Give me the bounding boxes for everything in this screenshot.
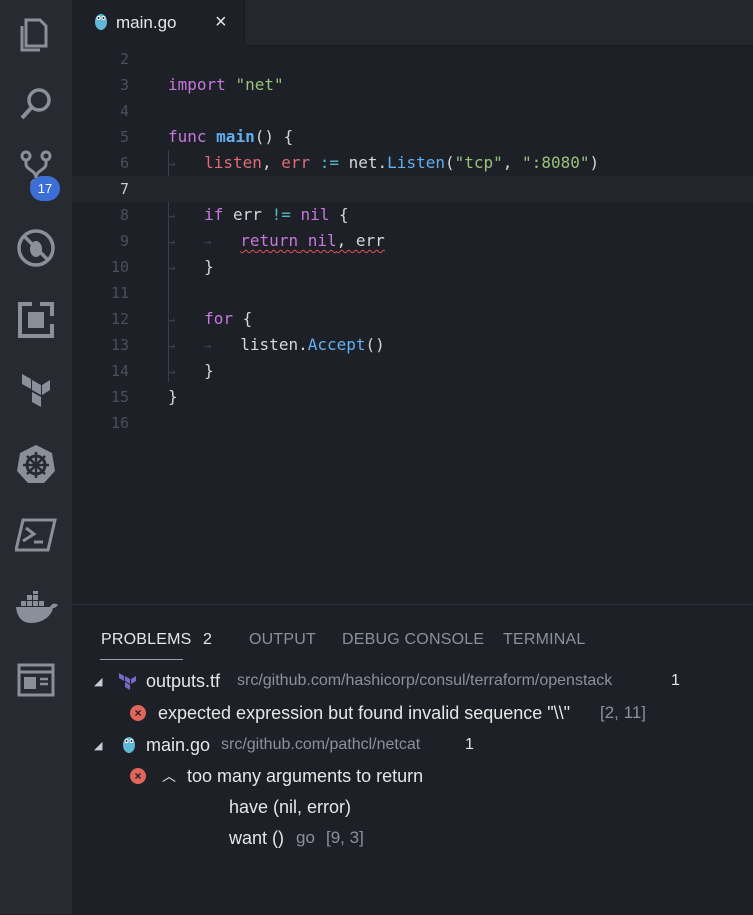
line-number: 5: [119, 128, 129, 146]
problem-file-count: 1: [671, 672, 680, 689]
problem-location: [9, 3]: [326, 828, 364, 847]
problem-group-outputs-tf[interactable]: ◢ outputs.tf src/github.com/hashicorp/co…: [72, 668, 753, 694]
explorer-icon[interactable]: [0, 4, 72, 64]
expand-triangle-icon[interactable]: ◢: [94, 675, 102, 688]
line-number: 2: [119, 50, 129, 68]
problem-message: too many arguments to return: [187, 765, 424, 786]
line-number: 6: [119, 154, 129, 172]
problem-location: [2, 11]: [600, 703, 646, 722]
go-gopher-icon: [122, 735, 136, 758]
code-line: 16: [72, 410, 753, 436]
source-control-badge: 17: [30, 176, 60, 201]
line-number: 3: [119, 76, 129, 94]
tab-output[interactable]: OUTPUT: [249, 631, 316, 649]
problem-group-main-go[interactable]: ◢ main.go src/github.com/pathcl/netcat 1: [72, 732, 753, 758]
chevron-up-icon[interactable]: ︿: [162, 766, 176, 786]
code-line: 8 → if err != nil {: [72, 202, 753, 228]
editor: main.go × 2 3 import "net" 4 5 func main()…: [72, 0, 753, 604]
powershell-icon[interactable]: [0, 505, 72, 565]
line-number: 10: [110, 258, 129, 276]
bottom-panel: PROBLEMS 2 OUTPUT DEBUG CONSOLE TERMINAL…: [72, 604, 753, 915]
problem-detail: have (nil, error): [72, 794, 753, 820]
close-icon[interactable]: ×: [215, 11, 227, 34]
tab-label: main.go: [116, 13, 177, 32]
line-number: 12: [110, 310, 129, 328]
debug-icon[interactable]: [0, 218, 72, 278]
line-number: 16: [110, 414, 129, 432]
code-line: 5 func main() {: [72, 124, 753, 150]
problem-file-name: outputs.tf: [146, 670, 221, 691]
kubernetes-icon[interactable]: [0, 434, 72, 494]
code-line: 13 → → listen.Accept(): [72, 332, 753, 358]
line-number: 14: [110, 362, 129, 380]
search-icon[interactable]: [0, 74, 72, 134]
problem-message: expected expression but found invalid se…: [158, 702, 571, 723]
code-line: 9 → → return nil, err: [72, 228, 753, 254]
extensions-icon[interactable]: [0, 290, 72, 350]
line-number: 11: [110, 284, 129, 302]
terraform-icon[interactable]: [0, 360, 72, 420]
terraform-file-icon: [118, 672, 138, 695]
code-line: 15}: [72, 384, 753, 410]
error-icon: ×: [130, 768, 146, 784]
code-line: 11: [72, 280, 753, 306]
code-line: 6 → listen, err := net.Listen("tcp", ":80…: [72, 150, 753, 176]
problem-item[interactable]: × ︿ too many arguments to return: [72, 763, 753, 789]
error-icon: ×: [130, 705, 146, 721]
browser-preview-icon[interactable]: [0, 650, 72, 710]
problem-file-count: 1: [465, 736, 474, 753]
line-number: 4: [119, 102, 129, 120]
code-line: 4: [72, 98, 753, 124]
docker-icon[interactable]: [0, 578, 72, 638]
activity-bar: 17: [0, 0, 72, 914]
code-line-current: 7: [72, 176, 753, 202]
tab-problems[interactable]: PROBLEMS: [101, 631, 192, 649]
expand-triangle-icon[interactable]: ◢: [94, 739, 102, 752]
problem-item[interactable]: × expected expression but found invalid …: [72, 700, 753, 726]
line-number: 8: [119, 206, 129, 224]
problem-file-path: src/github.com/hashicorp/consul/terrafor…: [237, 672, 613, 689]
problem-detail: want () go [9, 3]: [72, 825, 753, 851]
line-number: 15: [110, 388, 129, 406]
line-number: 13: [110, 336, 129, 354]
tab-debug-console[interactable]: DEBUG CONSOLE: [342, 631, 484, 649]
problem-file-name: main.go: [146, 734, 211, 755]
problems-count: 2: [203, 631, 212, 648]
tab-main-go[interactable]: main.go ×: [72, 0, 245, 46]
tab-terminal[interactable]: TERMINAL: [503, 631, 586, 649]
problem-file-path: src/github.com/pathcl/netcat: [221, 736, 421, 753]
active-tab-underline: [100, 659, 183, 660]
problem-detail-want: want (): [229, 827, 285, 848]
problem-detail-have: have (nil, error): [229, 796, 352, 817]
code-line: 10 → }: [72, 254, 753, 280]
code-line: 12 → for {: [72, 306, 753, 332]
problem-source: go: [296, 828, 315, 847]
go-gopher-icon: [94, 12, 108, 35]
code-line: 2: [72, 46, 753, 72]
line-number: 9: [119, 232, 129, 250]
tab-bar: main.go ×: [72, 0, 753, 46]
code-line: 3 import "net": [72, 72, 753, 98]
line-number: 7: [119, 180, 129, 198]
code-line: 14 → }: [72, 358, 753, 384]
